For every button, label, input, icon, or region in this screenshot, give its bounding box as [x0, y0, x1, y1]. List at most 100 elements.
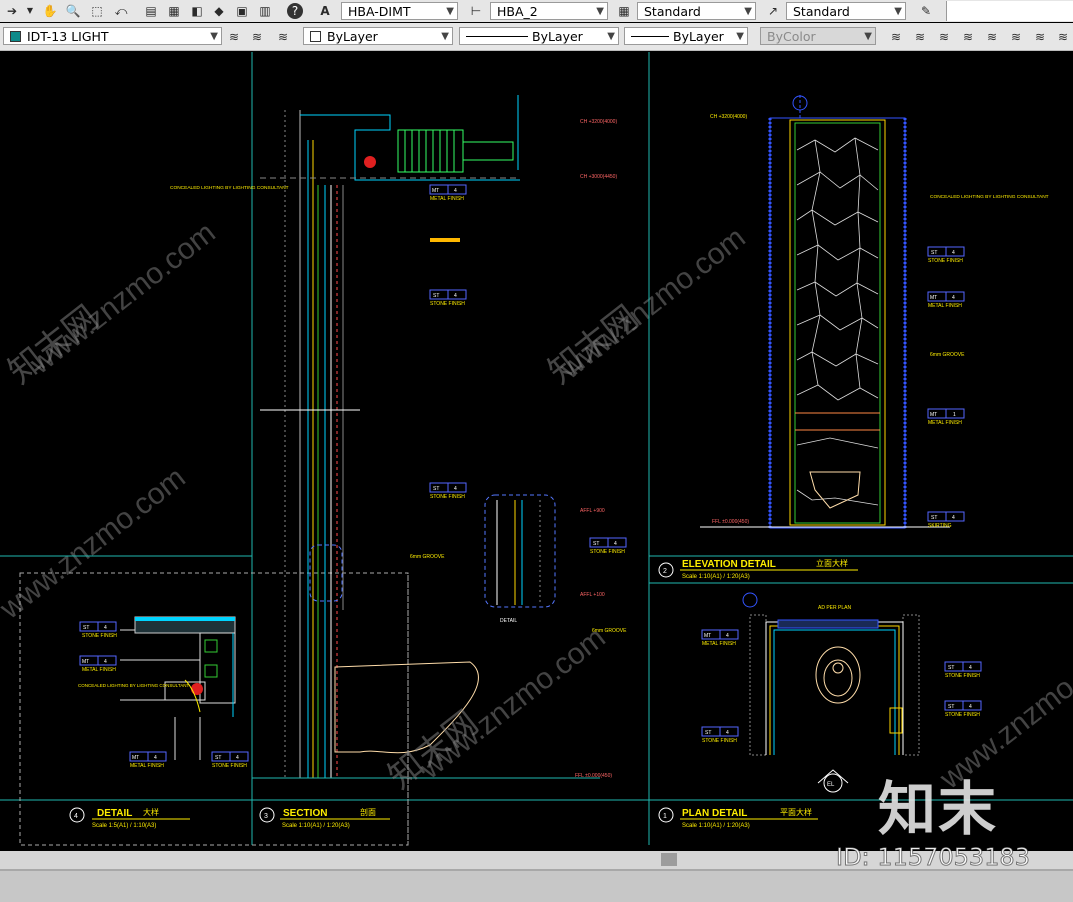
viewport-frames — [0, 52, 1073, 845]
dimstyle-dropdown[interactable]: HBA-DIMT ▼ — [341, 2, 458, 20]
svg-text:CONCEALED LIGHTING BY LIGHTING: CONCEALED LIGHTING BY LIGHTING CONSULTAN… — [930, 194, 1049, 200]
design-center-icon[interactable]: ▣ — [234, 3, 250, 19]
svg-text:ST: ST — [83, 625, 89, 631]
plotstyle-dropdown: ByColor ▼ — [760, 27, 876, 45]
layer-freeze-icon[interactable]: ≋ — [960, 29, 976, 45]
elevation-2-drawing — [700, 95, 950, 529]
svg-text:CH +3200(4000): CH +3200(4000) — [710, 114, 747, 120]
image-id-watermark: ID: 1157053183 — [836, 843, 1031, 872]
svg-text:6mm GROOVE: 6mm GROOVE — [592, 628, 627, 634]
standard-toolbar: ➔ ▼ ✋ 🔍 ⬚ ⤺ ▤ ▦ ◧ ◆ ▣ ▥ ? A HBA-DIMT ▼ ⊢ … — [0, 0, 1073, 22]
textstyle-dropdown[interactable]: Standard ▼ — [786, 2, 906, 20]
svg-text:SECTION: SECTION — [283, 808, 327, 819]
elevation-2-callouts: CH +3200(4000) CONCEALED LIGHTING BY LIG… — [710, 114, 1049, 529]
elevation-title: 2 ELEVATION DETAIL 立面大样 Scale 1:10(A1) /… — [658, 558, 858, 580]
svg-text:MT: MT — [132, 755, 139, 761]
properties-icon[interactable]: ◆ — [211, 3, 227, 19]
chevron-down-icon[interactable]: ▼ — [22, 3, 38, 19]
publish-icon[interactable]: ▦ — [166, 3, 182, 19]
svg-text:AFFL +900: AFFL +900 — [580, 508, 605, 514]
color-dropdown[interactable]: ByLayer ▼ — [303, 27, 453, 45]
scrollbar-thumb[interactable] — [661, 853, 677, 866]
svg-text:4: 4 — [614, 541, 617, 547]
layer-walk-icon[interactable]: ≋ — [1032, 29, 1048, 45]
svg-text:STONE FINISH: STONE FINISH — [212, 763, 247, 769]
svg-text:ST: ST — [948, 665, 954, 671]
svg-text:4: 4 — [952, 295, 955, 301]
layer-previous-icon[interactable]: ≋ — [249, 29, 265, 45]
chevron-down-icon: ▼ — [744, 6, 752, 17]
chevron-down-icon: ▼ — [894, 6, 902, 17]
zoom-window-icon[interactable]: ⬚ — [89, 3, 105, 19]
mleaderstyle-dropdown[interactable]: HBA_2 ▼ — [490, 2, 608, 20]
svg-text:4: 4 — [952, 515, 955, 521]
command-field[interactable] — [946, 1, 1073, 21]
svg-text:EL: EL — [827, 782, 835, 788]
svg-text:4: 4 — [454, 188, 457, 194]
leader-icon[interactable]: ↗ — [765, 3, 781, 19]
save-icon[interactable]: ▤ — [143, 3, 159, 19]
svg-text:CH +3200(4000): CH +3200(4000) — [580, 119, 617, 125]
site-watermark: www.znzmo.com www.znzmo.com www.znzmo.co… — [0, 216, 1073, 796]
svg-text:4: 4 — [74, 813, 78, 820]
layer-dropdown[interactable]: IDT-13 LIGHT ▼ — [3, 27, 222, 45]
plot-icon[interactable]: ◧ — [189, 3, 205, 19]
linetype-preview — [466, 36, 528, 37]
pan-hand-icon[interactable]: ✋ — [42, 3, 58, 19]
svg-text:4: 4 — [454, 293, 457, 299]
layer-unlock-icon[interactable]: ≋ — [1008, 29, 1024, 45]
layer-isolate-icon[interactable]: ≋ — [888, 29, 904, 45]
tablestyle-dropdown[interactable]: Standard ▼ — [637, 2, 756, 20]
layer-merge-icon[interactable]: ≋ — [1055, 29, 1071, 45]
svg-text:METAL FINISH: METAL FINISH — [82, 667, 116, 673]
svg-text:PLAN DETAIL: PLAN DETAIL — [682, 808, 747, 819]
zoom-previous-icon[interactable]: ⤺ — [113, 3, 129, 19]
paint-icon[interactable]: ✎ — [918, 3, 934, 19]
arrow-icon[interactable]: ➔ — [4, 3, 20, 19]
svg-text:STONE FINISH: STONE FINISH — [430, 494, 465, 500]
chevron-down-icon: ▼ — [446, 6, 454, 17]
svg-text:STONE FINISH: STONE FINISH — [702, 738, 737, 744]
layer-off-icon[interactable]: ≋ — [936, 29, 952, 45]
svg-text:STONE FINISH: STONE FINISH — [928, 258, 963, 264]
svg-text:MT: MT — [704, 633, 711, 639]
svg-text:DETAIL: DETAIL — [97, 808, 132, 819]
svg-text:4: 4 — [726, 730, 729, 736]
lineweight-dropdown[interactable]: ByLayer ▼ — [624, 27, 748, 45]
calculator-icon[interactable]: ▥ — [257, 3, 273, 19]
table-icon[interactable]: ▦ — [616, 3, 632, 19]
znzmo-logo-watermark: 知末 — [878, 775, 999, 843]
svg-text:Scale 1:10(A1) / 1:20(A3): Scale 1:10(A1) / 1:20(A3) — [682, 574, 750, 580]
svg-text:3: 3 — [264, 813, 268, 820]
lineweight-preview — [631, 36, 669, 37]
color-swatch — [310, 31, 321, 42]
text-style-icon[interactable]: A — [317, 3, 333, 19]
layer-unisolate-icon[interactable]: ≋ — [912, 29, 928, 45]
svg-text:MT: MT — [432, 188, 439, 194]
svg-text:立面大样: 立面大样 — [816, 558, 848, 568]
svg-text:STONE FINISH: STONE FINISH — [590, 549, 625, 555]
help-icon[interactable]: ? — [287, 3, 303, 19]
chevron-down-icon: ▼ — [607, 31, 615, 42]
svg-text:ST: ST — [931, 250, 937, 256]
svg-text:6mm GROOVE: 6mm GROOVE — [930, 352, 965, 358]
linetype-dropdown[interactable]: ByLayer ▼ — [459, 27, 619, 45]
svg-text:ST: ST — [931, 515, 937, 521]
svg-text:4: 4 — [104, 625, 107, 631]
svg-text:ST: ST — [948, 704, 954, 710]
plan-title: 1 PLAN DETAIL 平面大样 Scale 1:10(A1) / 1:20… — [658, 807, 818, 829]
zoom-realtime-icon[interactable]: 🔍 — [65, 3, 81, 19]
svg-text:ST: ST — [705, 730, 711, 736]
svg-text:Scale 1:10(A1) / 1:20(A3): Scale 1:10(A1) / 1:20(A3) — [282, 823, 350, 829]
drawing-canvas[interactable]: www.znzmo.com www.znzmo.com www.znzmo.co… — [0, 51, 1073, 851]
svg-text:4: 4 — [952, 250, 955, 256]
svg-text:MT: MT — [930, 412, 937, 418]
layer-properties-icon[interactable]: ≋ — [226, 29, 242, 45]
layer-lock-icon[interactable]: ≋ — [984, 29, 1000, 45]
svg-text:4: 4 — [726, 633, 729, 639]
svg-text:1: 1 — [953, 412, 956, 418]
svg-text:ST: ST — [433, 293, 439, 299]
layer-make-current-icon[interactable]: ≋ — [275, 29, 291, 45]
dim-style-icon[interactable]: ⊢ — [468, 3, 484, 19]
svg-text:4: 4 — [454, 486, 457, 492]
